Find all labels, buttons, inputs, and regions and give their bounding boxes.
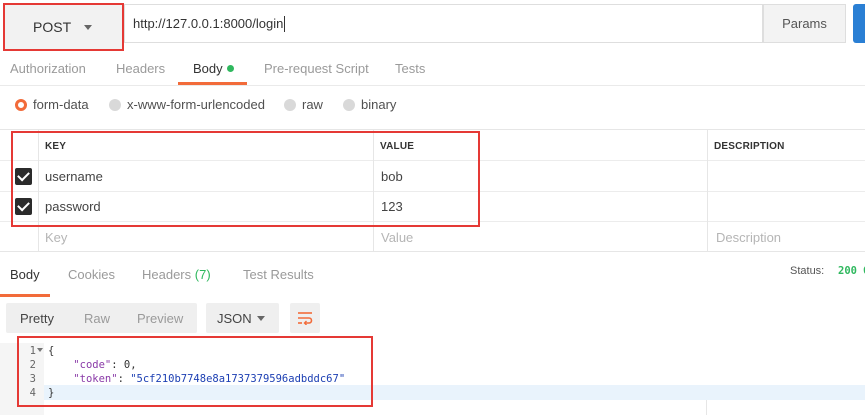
format-select[interactable]: JSON <box>206 303 279 333</box>
column-header-description: DESCRIPTION <box>714 141 785 152</box>
radio-x-www-form-urlencoded[interactable]: x-www-form-urlencoded <box>109 97 265 112</box>
radio-label: form-data <box>33 97 89 112</box>
highlight-box-params <box>11 131 480 227</box>
chevron-down-icon <box>257 316 265 321</box>
wrap-icon <box>298 312 313 325</box>
new-key-input[interactable]: Key <box>45 230 67 245</box>
radio-raw[interactable]: raw <box>284 97 323 112</box>
tab-body[interactable]: Body <box>193 61 234 76</box>
response-status: Status: 200 OK <box>790 265 865 277</box>
request-tabs: Authorization Headers Body Pre-request S… <box>0 52 865 86</box>
response-tab-test-results[interactable]: Test Results <box>243 267 314 282</box>
tab-pre-request-script[interactable]: Pre-request Script <box>264 61 369 76</box>
active-tab-indicator <box>178 82 247 85</box>
headers-count: (7) <box>194 267 211 282</box>
format-select-label: JSON <box>217 310 252 326</box>
method-select[interactable]: POST <box>3 3 124 51</box>
tab-headers[interactable]: Headers <box>116 61 165 76</box>
chevron-down-icon <box>84 24 92 30</box>
new-description-input[interactable]: Description <box>716 230 781 245</box>
radio-label: raw <box>302 97 323 112</box>
text-cursor <box>284 15 286 32</box>
radio-icon <box>343 98 355 111</box>
response-divider <box>0 251 865 252</box>
response-active-tab-indicator <box>0 294 50 297</box>
active-dot-icon <box>226 65 234 72</box>
editor-divider <box>706 400 707 415</box>
radio-binary[interactable]: binary <box>343 97 396 112</box>
radio-label: binary <box>361 97 397 112</box>
tab-body-label: Body <box>193 61 223 76</box>
response-tab-cookies[interactable]: Cookies <box>68 267 115 282</box>
radio-icon <box>284 98 296 111</box>
tab-authorization[interactable]: Authorization <box>10 61 86 76</box>
status-code: 200 OK <box>838 265 865 277</box>
preview-button[interactable]: Preview <box>137 311 183 326</box>
params-button[interactable]: Params <box>763 4 846 43</box>
response-tab-body[interactable]: Body <box>10 267 40 282</box>
radio-label: x-www-form-urlencoded <box>127 97 265 112</box>
response-tab-headers-label: Headers <box>142 267 192 282</box>
raw-button[interactable]: Raw <box>84 311 110 326</box>
url-text: http://127.0.0.1:8000/login <box>133 16 284 31</box>
tab-tests[interactable]: Tests <box>395 61 425 76</box>
table-border <box>0 129 865 130</box>
radio-icon <box>109 98 121 111</box>
url-input[interactable]: http://127.0.0.1:8000/login <box>124 4 763 43</box>
highlight-box-response <box>17 336 373 407</box>
send-button[interactable] <box>853 4 865 43</box>
radio-selected-icon <box>15 98 27 111</box>
response-tab-headers[interactable]: Headers (7) <box>142 267 211 282</box>
radio-form-data[interactable]: form-data <box>15 97 89 112</box>
pretty-button[interactable]: Pretty <box>20 311 54 326</box>
status-label: Status: <box>790 265 825 277</box>
method-label: POST <box>33 19 72 35</box>
wrap-lines-button[interactable] <box>290 303 320 333</box>
new-value-input[interactable]: Value <box>381 230 413 245</box>
column-divider <box>707 129 708 251</box>
